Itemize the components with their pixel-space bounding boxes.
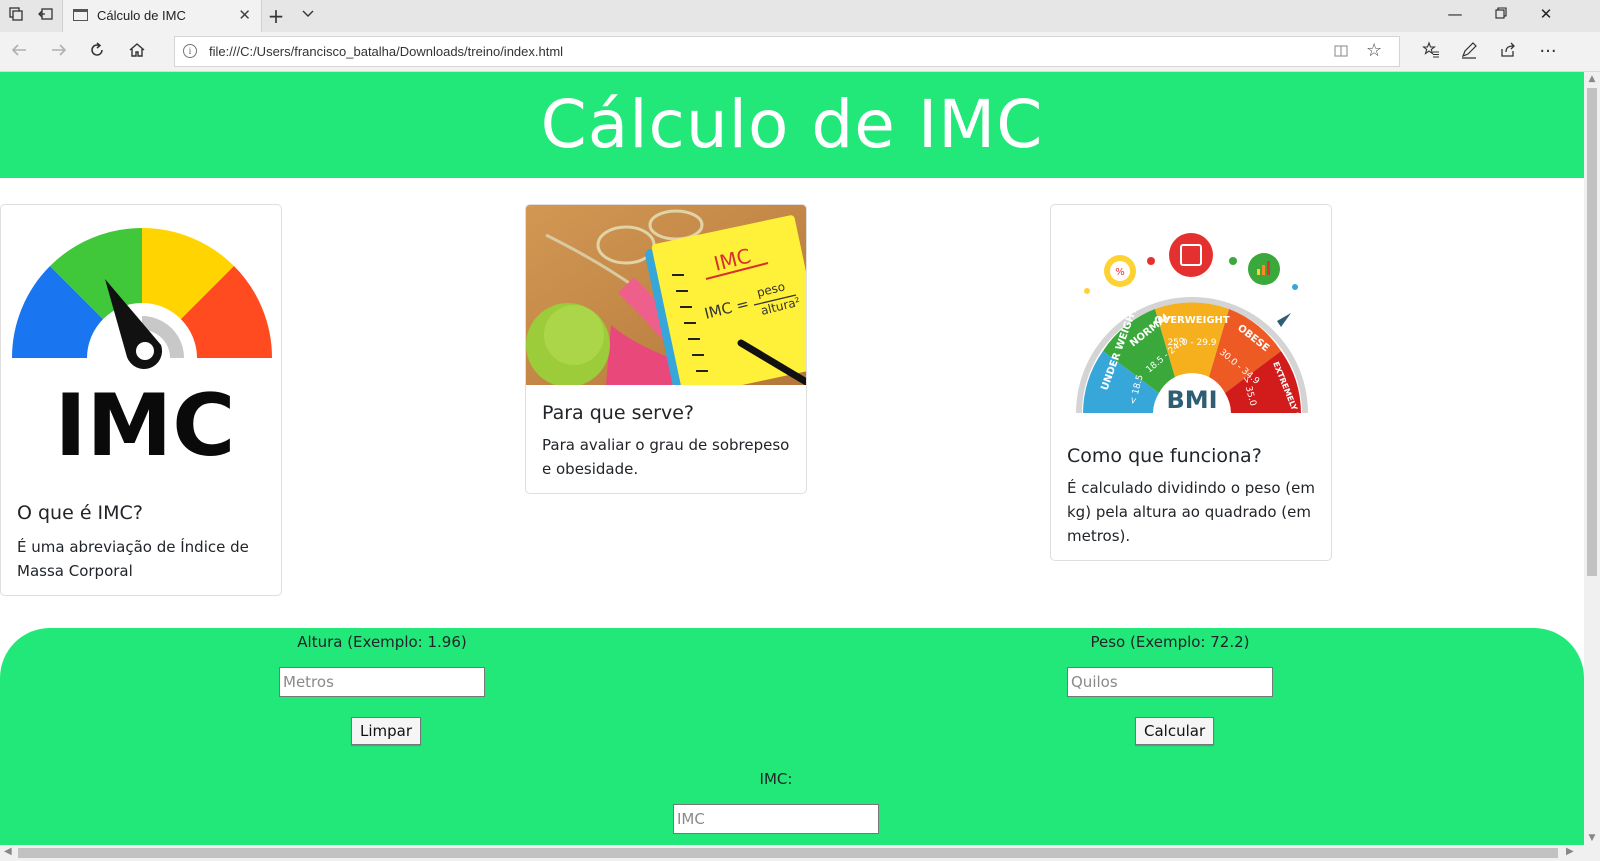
page-header: Cálculo de IMC — [0, 72, 1584, 178]
card-text: Para avaliar o grau de sobrepeso e obesi… — [542, 436, 790, 478]
weight-label: Peso (Exemplo: 72.2) — [1090, 633, 1250, 651]
height-input[interactable] — [279, 667, 485, 697]
scroll-right-icon[interactable]: ▶ — [1566, 846, 1574, 857]
scroll-thumb-horizontal[interactable] — [18, 848, 1558, 858]
chevron-down-icon[interactable] — [298, 6, 318, 26]
scroll-left-icon[interactable]: ◀ — [4, 846, 12, 857]
favorite-star-icon[interactable]: ☆ — [1366, 40, 1382, 61]
address-toolbar: i file:///C:/Users/francisco_batalha/Dow… — [0, 32, 1600, 72]
scroll-thumb[interactable] — [1587, 88, 1597, 576]
new-tab-icon[interactable]: + — [266, 6, 286, 26]
card-how-it-works: % UNDER WEIGHT NORMAL OVERWEIGHT OBESE E… — [1050, 204, 1332, 561]
refresh-icon[interactable] — [86, 41, 108, 63]
notebook-photo-image: IMC IMC = peso altura² — [526, 205, 806, 397]
imc-form-section: Altura (Exemplo: 1.96) Limpar Peso (Exem… — [0, 628, 1584, 845]
scroll-down-icon[interactable]: ▼ — [1584, 833, 1600, 843]
card-title: Como que funciona? — [1067, 445, 1262, 467]
minimize-icon[interactable]: — — [1443, 5, 1467, 23]
result-output[interactable] — [673, 804, 879, 834]
card-what-is-imc: IMC O que é IMC? É uma abreviação de Índ… — [0, 204, 282, 596]
tabs-aside-icon[interactable] — [36, 6, 56, 26]
page-icon — [73, 9, 88, 21]
card-text: É calculado dividindo o peso (em kg) pel… — [1067, 479, 1315, 545]
tab-manager-icon[interactable] — [6, 6, 26, 26]
favorites-hub-icon[interactable] — [1420, 41, 1442, 63]
vertical-scrollbar[interactable]: ▲ ▼ — [1584, 72, 1600, 845]
svg-text:%: % — [1115, 267, 1125, 278]
tab-bar: Cálculo de IMC ✕ + — ✕ — [0, 0, 1600, 32]
card-title: O que é IMC? — [17, 502, 143, 524]
clear-button[interactable]: Limpar — [351, 717, 422, 745]
bmi-overweight-label: OVERWEIGHT — [1154, 315, 1230, 326]
weight-input[interactable] — [1067, 667, 1273, 697]
info-icon[interactable]: i — [183, 44, 197, 58]
more-menu-icon[interactable]: ··· — [1537, 41, 1559, 63]
close-tab-icon[interactable]: ✕ — [238, 6, 251, 24]
imc-logo-text: IMC — [55, 376, 236, 476]
restore-icon[interactable] — [1489, 5, 1513, 23]
page-title: Cálculo de IMC — [540, 86, 1044, 163]
address-field[interactable]: i file:///C:/Users/francisco_batalha/Dow… — [174, 36, 1400, 67]
url-text: file:///C:/Users/francisco_batalha/Downl… — [209, 44, 564, 59]
share-icon[interactable] — [1497, 41, 1519, 63]
bmi-chart-image: % UNDER WEIGHT NORMAL OVERWEIGHT OBESE E… — [1051, 205, 1331, 442]
imc-gauge-image: IMC — [1, 205, 281, 485]
horizontal-scrollbar[interactable]: ◀ ▶ — [0, 845, 1600, 861]
scroll-up-icon[interactable]: ▲ — [1584, 74, 1600, 84]
height-label: Altura (Exemplo: 1.96) — [297, 633, 467, 651]
close-window-icon[interactable]: ✕ — [1534, 5, 1558, 23]
card-text: É uma abreviação de Índice de Massa Corp… — [17, 538, 249, 580]
tab-title: Cálculo de IMC — [97, 8, 186, 23]
reading-view-icon[interactable] — [1333, 43, 1349, 63]
card-purpose: IMC IMC = peso altura² Para que serve? P… — [525, 204, 807, 494]
bmi-range-3: 25.0 - 29.9 — [1167, 338, 1216, 348]
page-viewport: Cálculo de IMC IMC O que é IMC? É uma ab… — [0, 72, 1584, 845]
calculate-button[interactable]: Calcular — [1135, 717, 1215, 745]
home-icon[interactable] — [126, 41, 148, 63]
browser-tab[interactable]: Cálculo de IMC ✕ — [62, 0, 262, 32]
forward-icon[interactable] — [48, 41, 70, 63]
pen-notes-icon[interactable] — [1458, 41, 1480, 63]
result-label: IMC: — [759, 770, 793, 788]
card-title: Para que serve? — [542, 402, 694, 424]
bmi-logo-text: BMI — [1166, 386, 1217, 414]
back-icon[interactable] — [8, 41, 30, 63]
